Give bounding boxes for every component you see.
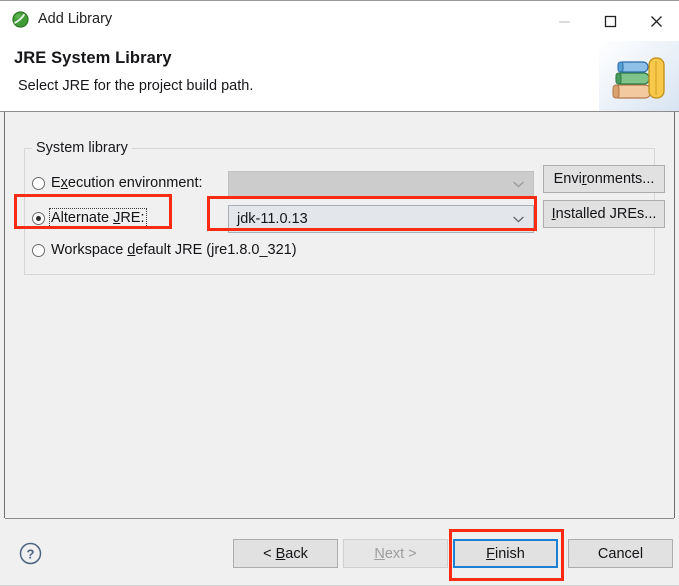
window-controls bbox=[541, 1, 679, 42]
environments-button-label: Environments... bbox=[553, 171, 655, 187]
workspace-default-jre-radio[interactable] bbox=[32, 243, 45, 257]
execution-environment-combo[interactable] bbox=[228, 171, 534, 198]
chevron-down-icon bbox=[513, 216, 533, 223]
cancel-button-label: Cancel bbox=[597, 545, 644, 562]
environments-button[interactable]: Environments... bbox=[543, 165, 665, 193]
radio-execution-environment[interactable]: Execution environment: bbox=[32, 175, 203, 191]
back-button[interactable]: < Back bbox=[233, 539, 338, 568]
title-bar-left: Add Library bbox=[12, 11, 112, 28]
next-button-label: Next > bbox=[374, 545, 417, 562]
minimize-button[interactable] bbox=[541, 1, 587, 42]
alternate-jre-radio[interactable] bbox=[32, 211, 45, 225]
chevron-down-icon bbox=[513, 181, 533, 188]
books-stack-icon bbox=[599, 41, 679, 111]
eclipse-green-circle-icon bbox=[12, 11, 29, 28]
alternate-jre-combo-value: jdk-11.0.13 bbox=[237, 211, 308, 227]
page-title: JRE System Library bbox=[14, 49, 172, 67]
installed-jres-button[interactable]: Installed JREs... bbox=[543, 200, 665, 228]
cancel-button[interactable]: Cancel bbox=[568, 539, 673, 568]
system-library-group-label: System library bbox=[32, 140, 132, 156]
wizard-header: JRE System Library Select JRE for the pr… bbox=[0, 41, 679, 112]
page-subtitle: Select JRE for the project build path. bbox=[18, 78, 254, 94]
radio-workspace-default-jre[interactable]: Workspace default JRE (jre1.8.0_321) bbox=[32, 242, 297, 258]
close-button[interactable] bbox=[633, 1, 679, 42]
body-right-border bbox=[674, 112, 675, 518]
finish-button[interactable]: Finish bbox=[453, 539, 558, 568]
finish-button-label: Finish bbox=[486, 545, 525, 562]
maximize-button[interactable] bbox=[587, 1, 633, 42]
execution-environment-label: Execution environment: bbox=[51, 175, 203, 191]
dialog-body: System library Execution environment: En… bbox=[5, 112, 674, 518]
add-library-dialog: Add Library JRE System Library Select JR… bbox=[0, 0, 679, 586]
radio-alternate-jre[interactable]: Alternate JRE: bbox=[32, 208, 147, 228]
next-button: Next > bbox=[343, 539, 448, 568]
title-bar: Add Library bbox=[0, 0, 679, 41]
workspace-default-jre-label: Workspace default JRE (jre1.8.0_321) bbox=[51, 242, 297, 258]
dialog-footer: ? < Back Next > Finish Cancel bbox=[5, 519, 674, 585]
execution-environment-radio[interactable] bbox=[32, 176, 45, 190]
alternate-jre-label: Alternate JRE: bbox=[49, 208, 147, 228]
window-title: Add Library bbox=[38, 11, 113, 27]
alternate-jre-combo[interactable]: jdk-11.0.13 bbox=[228, 205, 534, 233]
svg-text:?: ? bbox=[27, 546, 35, 561]
back-button-label: < Back bbox=[263, 545, 308, 562]
installed-jres-button-label: Installed JREs... bbox=[551, 206, 657, 222]
help-icon[interactable]: ? bbox=[19, 542, 42, 565]
